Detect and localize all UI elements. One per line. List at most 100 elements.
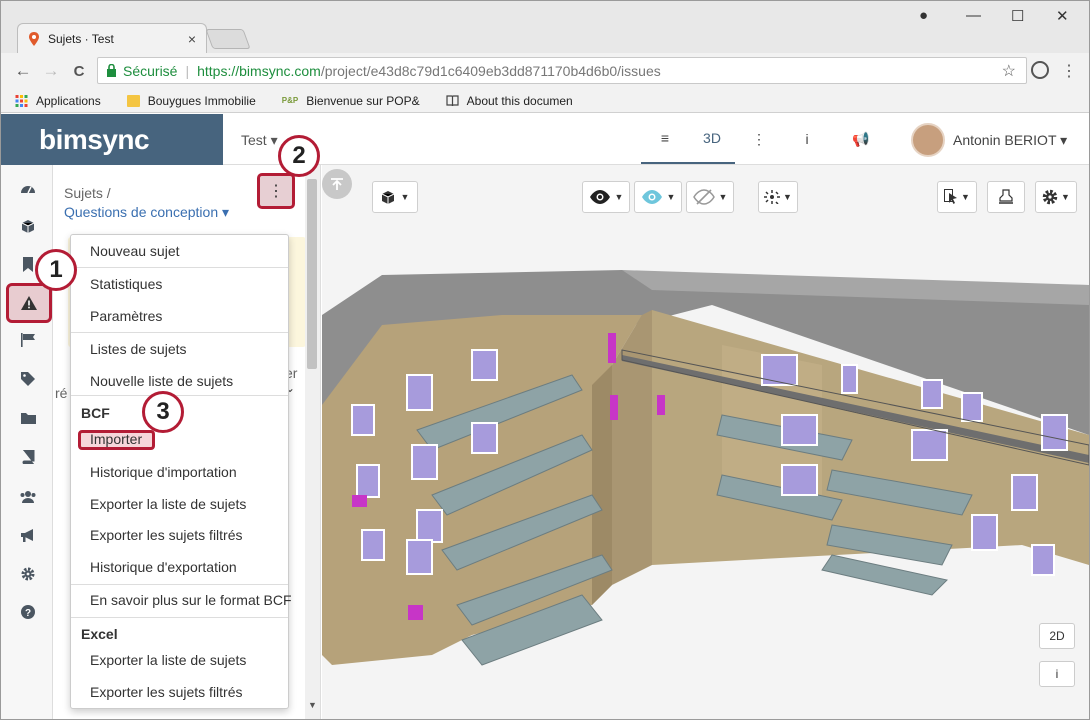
map-pin-icon	[29, 31, 39, 46]
url-path: /project/e43d8c79d1c6409eb3dd871170b4d6b…	[320, 62, 661, 79]
cube-icon	[381, 190, 394, 204]
bookmark-about[interactable]: About this documen	[446, 94, 573, 108]
bookmark-label: Bienvenue sur POP&	[306, 93, 420, 108]
list-view-tab[interactable]: ≡	[641, 114, 689, 164]
issues-warning-icon[interactable]	[6, 283, 52, 323]
bookmark-applications[interactable]: Applications	[15, 94, 101, 108]
caret-icon: ▼	[614, 192, 624, 202]
view-nav: ≡ 3D ⋮ i 📢	[641, 114, 885, 164]
caret-icon: ▼	[961, 192, 970, 202]
callout-3: 3	[142, 391, 184, 433]
folder-icon	[126, 94, 140, 107]
browser-window: Sujets · Test × ● — ☐ ✕ ← → C Sécurisé |…	[0, 0, 1090, 720]
info-tab[interactable]: i	[783, 114, 831, 164]
dashboard-icon[interactable]	[19, 179, 37, 197]
menu-item-new-issue-list[interactable]: Nouvelle liste de sujets	[90, 373, 233, 393]
pop-logo-icon: P&P	[281, 96, 299, 105]
help-icon[interactable]: ?	[19, 603, 37, 621]
book-icon	[446, 94, 459, 106]
announcements-tab[interactable]: 📢	[837, 114, 885, 164]
scroll-down-icon[interactable]: ▼	[308, 700, 317, 710]
book-icon[interactable]	[19, 448, 37, 466]
flag-icon[interactable]	[19, 331, 37, 349]
avatar	[911, 123, 945, 157]
minimize-button[interactable]: —	[966, 7, 981, 24]
issues-panel: Sujets / Questions de conception ▾ ⋮ er …	[53, 165, 321, 719]
menu-item-export-filtered[interactable]: Exporter les sujets filtrés	[90, 527, 243, 547]
menu-item-settings[interactable]: Paramètres	[90, 308, 162, 328]
bookmark-star-icon[interactable]: ☆	[1002, 61, 1016, 81]
bimsync-logo[interactable]: bimsync	[1, 114, 223, 165]
bookmark-label: Applications	[36, 93, 101, 108]
forward-button[interactable]: →	[37, 61, 65, 81]
caret-icon: ▼	[400, 192, 410, 202]
secure-label: Sécurisé	[123, 62, 178, 79]
selection-mode-dropdown[interactable]: ▼	[937, 181, 977, 213]
tags-icon[interactable]	[19, 370, 37, 388]
visibility-dropdown[interactable]: ▼	[582, 181, 630, 213]
model-view-dropdown[interactable]: ▼	[372, 181, 418, 213]
menu-divider	[71, 332, 288, 333]
explode-icon	[764, 190, 781, 204]
megaphone-icon[interactable]	[19, 526, 37, 544]
tab-3d[interactable]: 3D	[689, 114, 735, 164]
apps-grid-icon	[15, 94, 28, 107]
scrollbar-thumb[interactable]	[307, 179, 317, 369]
menu-divider	[71, 617, 288, 618]
reload-button[interactable]: C	[65, 63, 93, 80]
menu-divider	[71, 584, 288, 585]
bookmark-bouygues[interactable]: Bouygues Immobilie	[126, 94, 256, 108]
menu-divider	[71, 267, 288, 268]
menu-header-excel: Excel	[81, 626, 118, 642]
left-sidebar: ?	[1, 165, 53, 719]
menu-item-excel-export-filtered[interactable]: Exporter les sujets filtrés	[90, 684, 243, 704]
browser-tab[interactable]: Sujets · Test ×	[17, 23, 207, 53]
menu-item-bcf-learn-more[interactable]: En savoir plus sur le format BCF	[90, 592, 292, 612]
profile-icon[interactable]: ●	[919, 7, 928, 24]
menu-item-statistics[interactable]: Statistiques	[90, 276, 162, 296]
breadcrumb[interactable]: Sujets /	[64, 185, 111, 201]
menu-item-issue-lists[interactable]: Listes de sujets	[90, 341, 187, 361]
callout-1: 1	[35, 249, 77, 291]
user-name: Antonin BERIOT ▾	[953, 131, 1068, 148]
explode-dropdown[interactable]: ▼	[758, 181, 798, 213]
bookmark-pop[interactable]: P&P Bienvenue sur POP&	[282, 94, 420, 108]
stamp-tool-button[interactable]	[987, 181, 1025, 213]
eye-slash-icon	[692, 189, 715, 205]
users-icon[interactable]	[19, 487, 37, 505]
menu-item-new-issue[interactable]: Nouveau sujet	[90, 243, 180, 263]
menu-item-excel-export-list[interactable]: Exporter la liste de sujets	[90, 652, 246, 672]
caret-icon: ▼	[666, 192, 676, 202]
new-tab-button[interactable]	[205, 29, 251, 49]
tab-close-icon[interactable]: ×	[188, 31, 196, 47]
menu-divider	[71, 395, 288, 396]
model-cube-icon[interactable]	[19, 217, 37, 235]
collapse-panel-icon[interactable]	[322, 169, 352, 199]
hide-dropdown[interactable]: ▼	[686, 181, 734, 213]
toggle-2d-button[interactable]: 2D	[1039, 623, 1075, 649]
viewer-info-button[interactable]: i	[1039, 661, 1075, 687]
user-menu[interactable]: Antonin BERIOT ▾	[911, 123, 1067, 157]
maximize-button[interactable]: ☐	[1011, 7, 1024, 25]
close-window-button[interactable]: ✕	[1056, 7, 1069, 25]
menu-item-import[interactable]: Importer	[90, 431, 142, 451]
menu-item-export-list[interactable]: Exporter la liste de sujets	[90, 496, 246, 516]
lock-icon	[107, 64, 116, 77]
project-selector[interactable]: Test ▾	[241, 132, 278, 149]
address-toolbar: ← → C Sécurisé | https://bimsync.com /pr…	[1, 53, 1089, 89]
issue-list-selector[interactable]: Questions de conception ▾	[64, 204, 229, 221]
address-bar[interactable]: Sécurisé | https://bimsync.com /project/…	[97, 57, 1027, 84]
menu-item-import-history[interactable]: Historique d'importation	[90, 464, 237, 484]
folder-icon[interactable]	[19, 409, 37, 427]
transparency-dropdown[interactable]: ▼	[634, 181, 682, 213]
browser-menu-icon[interactable]: ⋮	[1061, 61, 1077, 81]
stamp-icon	[999, 189, 1013, 204]
menu-item-export-history[interactable]: Historique d'exportation	[90, 559, 237, 579]
back-button[interactable]: ←	[9, 61, 37, 81]
viewer-settings-dropdown[interactable]: ▼	[1035, 181, 1077, 213]
3d-viewer[interactable]: ▼ ▼ ▼ ▼ ▼ ▼ ▼ 2D i	[322, 165, 1089, 719]
more-options-button[interactable]: ⋮	[257, 173, 295, 209]
extension-icon[interactable]	[1031, 61, 1049, 79]
tree-view-tab[interactable]: ⋮	[735, 114, 783, 164]
gear-icon[interactable]	[19, 565, 37, 583]
